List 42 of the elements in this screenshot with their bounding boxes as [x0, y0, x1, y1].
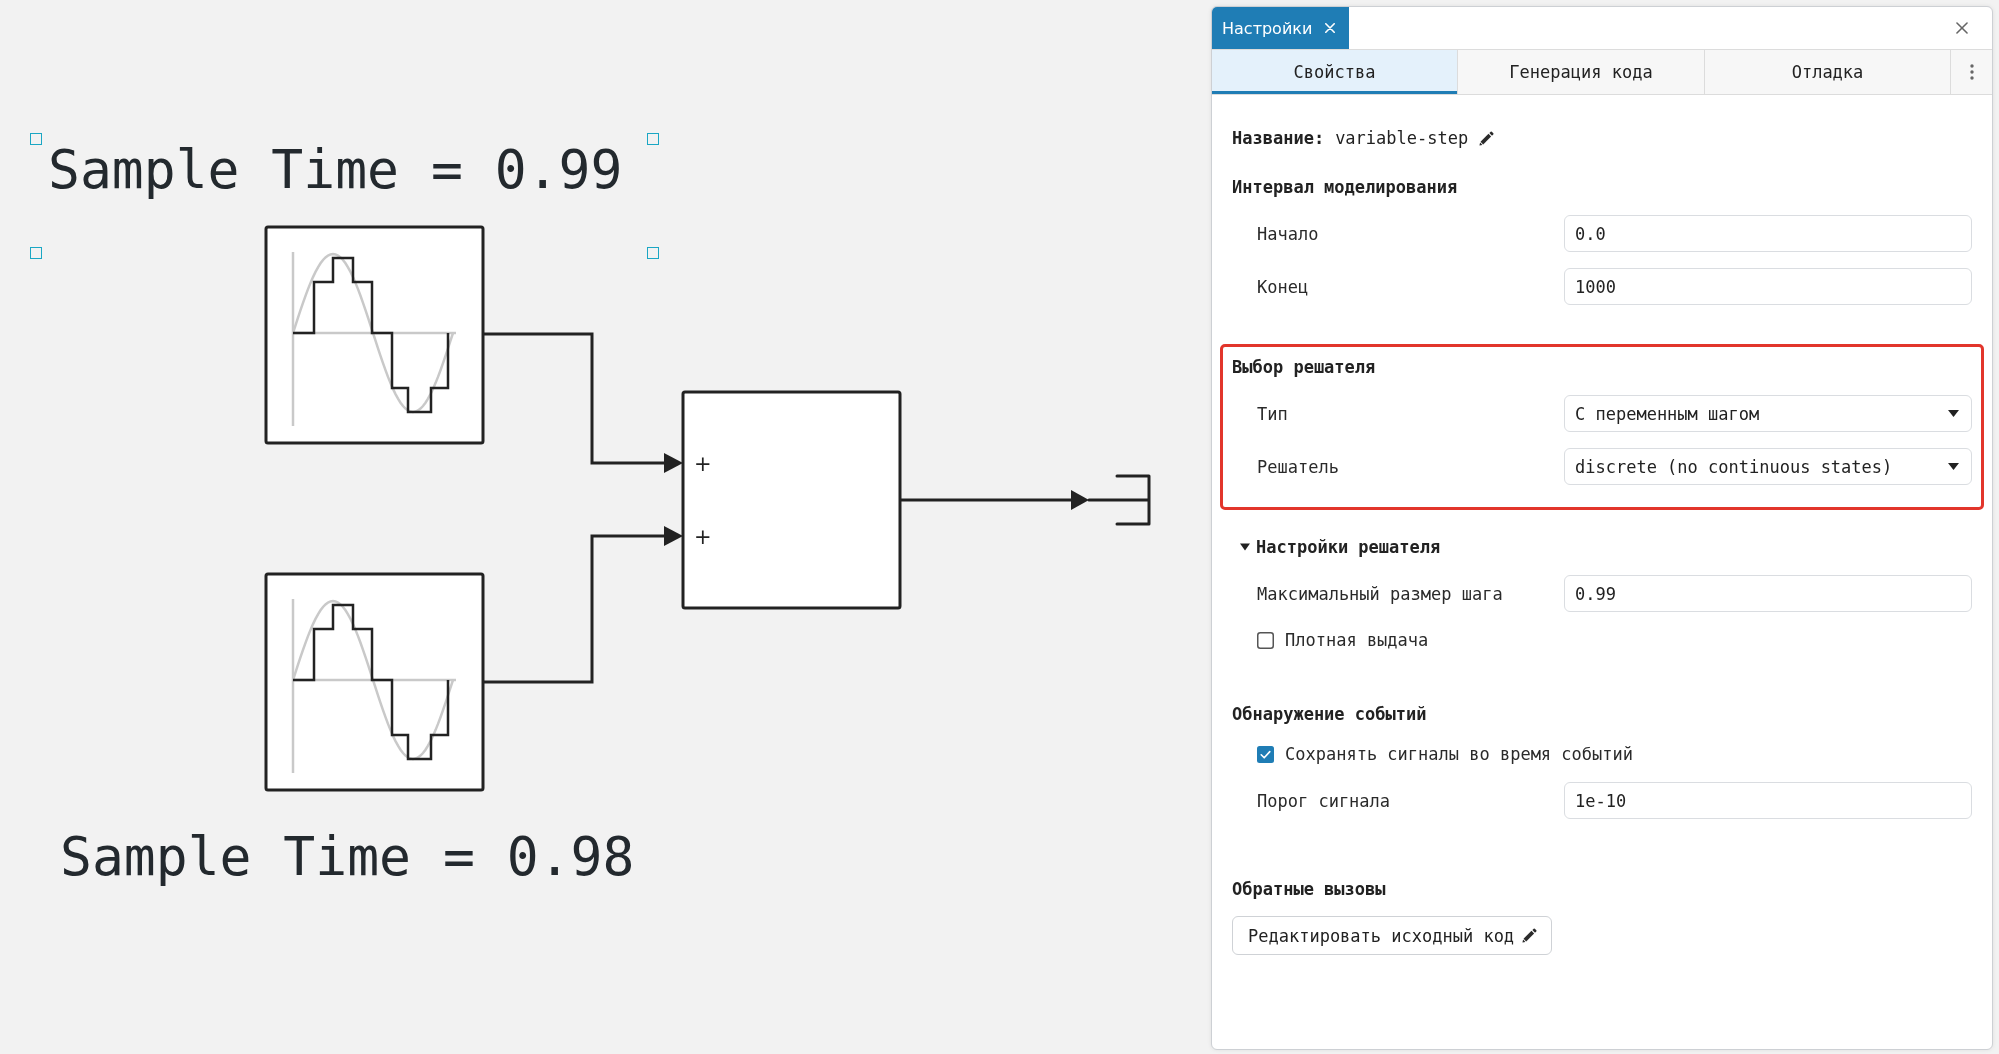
- field-label: Решатель: [1257, 456, 1339, 477]
- panel-tab[interactable]: Настройки: [1212, 7, 1350, 49]
- close-icon[interactable]: [1956, 22, 1968, 34]
- checkbox-label[interactable]: Плотная выдача: [1285, 630, 1429, 650]
- field-label: Тип: [1257, 403, 1288, 424]
- input-field[interactable]: 0.0: [1564, 215, 1972, 252]
- name-value: variable-step: [1335, 128, 1469, 148]
- input-field[interactable]: 0.99: [1564, 575, 1972, 612]
- tab[interactable]: Генерация кода: [1458, 50, 1705, 94]
- collapse-triangle-icon[interactable]: [1240, 543, 1250, 551]
- section-title: Выбор решателя: [1232, 357, 1376, 377]
- port-sign: +: [694, 452, 712, 476]
- terminator-block: [1087, 474, 1151, 526]
- field-label: Название:: [1232, 128, 1325, 148]
- field-label: Порог сигнала: [1257, 790, 1391, 811]
- field-label: Максимальный размер шага: [1257, 583, 1503, 604]
- checkbox-label[interactable]: Сохранять сигналы во время событий: [1285, 744, 1633, 764]
- input-field[interactable]: 1e-10: [1564, 782, 1972, 819]
- caret-icon: [1948, 463, 1959, 470]
- dropdown[interactable]: discrete (no continuous states): [1564, 448, 1972, 485]
- edit-source-button[interactable]: Редактировать исходный код: [1232, 916, 1553, 955]
- checkbox[interactable]: [1257, 631, 1274, 649]
- dropdown[interactable]: С переменным шагом: [1564, 395, 1972, 432]
- more-options-icon[interactable]: [1969, 64, 1974, 80]
- pencil-icon[interactable]: [1522, 928, 1538, 943]
- field-label: Начало: [1257, 223, 1319, 244]
- section-title: Обратные вызовы: [1232, 879, 1386, 899]
- tab[interactable]: Свойства: [1212, 50, 1458, 94]
- selection-handle-icon[interactable]: [647, 133, 659, 145]
- section-title: Обнаружение событий: [1232, 704, 1427, 724]
- input-field[interactable]: 1000: [1564, 268, 1972, 305]
- selection-handle-icon[interactable]: [30, 133, 42, 145]
- checkbox[interactable]: [1257, 745, 1274, 763]
- section-title[interactable]: Настройки решателя: [1256, 537, 1441, 557]
- selection-handle-icon[interactable]: [647, 247, 659, 259]
- selection-handle-icon[interactable]: [30, 247, 42, 259]
- caret-icon: [1948, 410, 1959, 417]
- section-title: Интервал моделирования: [1232, 177, 1458, 197]
- port-sign: +: [694, 525, 712, 549]
- tab[interactable]: Отладка: [1705, 50, 1951, 94]
- pencil-icon[interactable]: [1479, 130, 1495, 146]
- field-label: Конец: [1257, 276, 1309, 297]
